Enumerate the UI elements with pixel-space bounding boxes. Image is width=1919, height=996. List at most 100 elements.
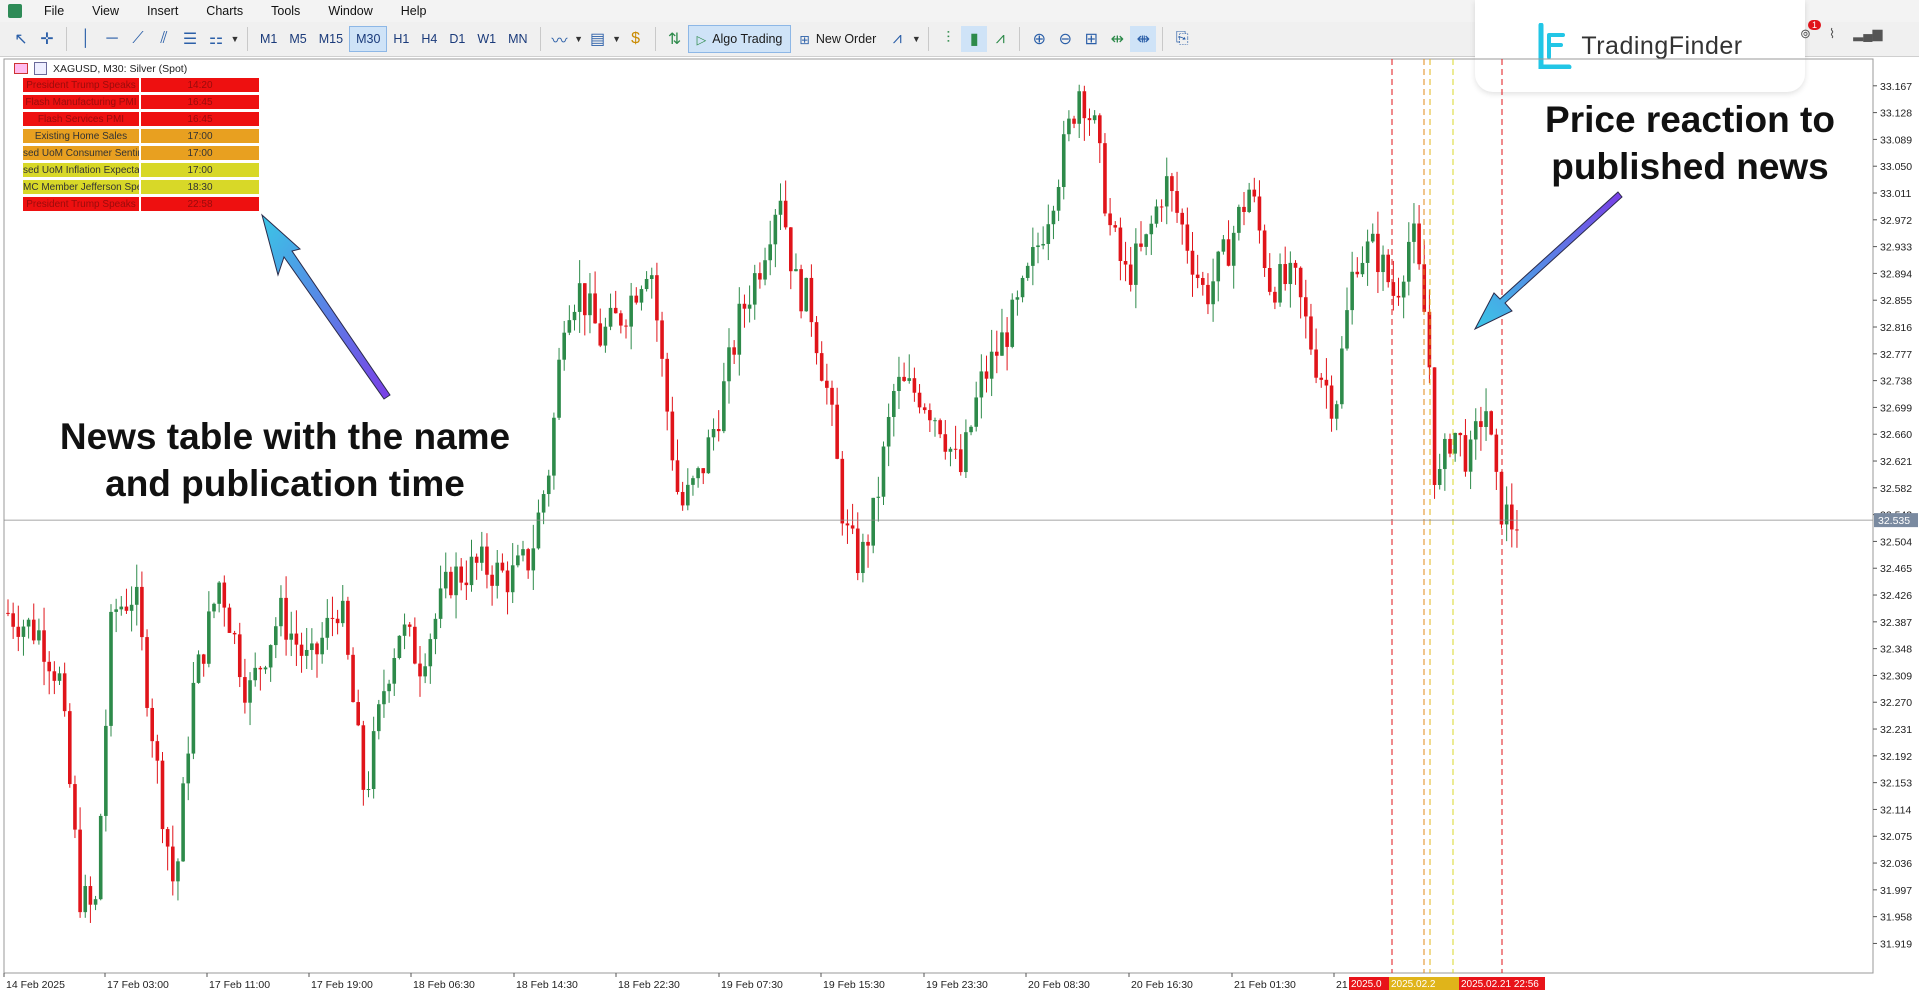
trendline-icon[interactable]: ⟋: [125, 26, 151, 52]
menu-view[interactable]: View: [78, 0, 133, 22]
candle-body: [1360, 262, 1365, 275]
candle-body: [31, 619, 36, 641]
timeframe-d1[interactable]: D1: [443, 26, 471, 52]
event-label-text: 2025.02.21 22:56: [1461, 979, 1539, 990]
candle-body: [995, 351, 999, 356]
news-time: 16:45: [140, 94, 260, 110]
notifications-icon[interactable]: ⊚ 1: [1800, 20, 1822, 42]
menu-window[interactable]: Window: [314, 0, 386, 22]
indicators-icon[interactable]: 〰: [547, 26, 573, 52]
price-tick-label: 32.153: [1880, 778, 1912, 790]
channel-icon[interactable]: ⫽: [151, 26, 177, 52]
candle-body: [624, 325, 628, 327]
price-tick-label: 31.997: [1880, 885, 1912, 897]
price-tick-label: 32.699: [1880, 402, 1912, 414]
timeframe-m5[interactable]: M5: [283, 26, 312, 52]
candle-body: [866, 541, 870, 546]
candle-body: [680, 491, 685, 506]
candle-body: [727, 347, 731, 382]
price-tick-label: 31.919: [1880, 938, 1912, 950]
news-row: sed UoM Consumer Sentim 17:00: [22, 145, 260, 162]
price-chart[interactable]: 33.167 33.128 33.089 33.050 33.011 32.972 32.9…: [0, 57, 1919, 996]
timeframe-mn[interactable]: MN: [502, 26, 533, 52]
candle-body: [366, 789, 371, 791]
dollar-icon[interactable]: $: [623, 26, 649, 52]
candle-body: [783, 200, 788, 228]
algo-trading-button[interactable]: ▷ Algo Trading: [687, 25, 792, 53]
crosshair-icon[interactable]: ✛: [34, 26, 60, 52]
price-tick-label: 32.933: [1880, 242, 1912, 254]
signals-icon[interactable]: ⇅: [662, 26, 688, 52]
candle-body: [886, 416, 891, 447]
candle-body: [541, 494, 546, 513]
candle-body: [263, 667, 268, 670]
candle-body: [660, 320, 664, 359]
menu-insert[interactable]: Insert: [133, 0, 192, 22]
templates-icon[interactable]: ▤: [585, 26, 611, 52]
candle-body: [1031, 247, 1035, 266]
signal-strength-icon[interactable]: ▂▄▆: [1853, 26, 1882, 42]
candle-body: [171, 846, 175, 882]
screenshot-icon[interactable]: ⎘: [1169, 26, 1195, 52]
candle-body: [1128, 264, 1133, 285]
candle-body: [98, 815, 103, 900]
cursor-icon[interactable]: ↖: [8, 26, 34, 52]
candle-body: [232, 632, 237, 635]
zoom-in-icon[interactable]: ⊕: [1026, 26, 1052, 52]
candle-body: [1453, 432, 1457, 454]
candle-body: [1396, 295, 1401, 298]
zoom-out-icon[interactable]: ⊖: [1052, 26, 1078, 52]
chevron-down-icon[interactable]: ▼: [229, 26, 241, 52]
candle-body: [495, 562, 500, 586]
menu-charts[interactable]: Charts: [192, 0, 257, 22]
chart-header: XAGUSD, M30: Silver (Spot): [14, 62, 187, 75]
candle-body: [289, 633, 294, 640]
shapes-icon[interactable]: ⚏: [203, 26, 229, 52]
timeframe-h4[interactable]: H4: [415, 26, 443, 52]
menu-help[interactable]: Help: [387, 0, 441, 22]
autoscroll-icon[interactable]: ⇹: [1104, 26, 1130, 52]
chart-shift-icon[interactable]: ⇼: [1130, 26, 1157, 52]
candle-body: [474, 556, 479, 563]
candle-body: [449, 571, 453, 596]
candlestick-icon[interactable]: ▮: [961, 26, 988, 52]
depth-of-market-icon[interactable]: ⩘: [884, 26, 910, 52]
candle-body: [1412, 223, 1416, 242]
candle-body: [371, 731, 376, 790]
candle-body: [1108, 213, 1112, 226]
chevron-down-icon[interactable]: ▼: [611, 26, 623, 52]
timeframe-h1[interactable]: H1: [387, 26, 415, 52]
candle-body: [248, 680, 252, 703]
bar-chart-icon[interactable]: ⫶: [935, 26, 961, 52]
candle-body: [531, 548, 536, 571]
chart-settings-icon[interactable]: ⌇: [1829, 26, 1835, 42]
fibonacci-icon[interactable]: ☰: [177, 26, 203, 52]
timeframe-w1[interactable]: W1: [471, 26, 502, 52]
candle-body: [1139, 243, 1143, 247]
time-axis: 14 Feb 2025 17 Feb 03:00 17 Feb 11:00 17 Fe…: [3, 973, 1545, 991]
news-name: sed UoM Inflation Expectati: [22, 162, 140, 178]
timeframe-m30[interactable]: M30: [349, 26, 388, 52]
news-time: 18:30: [140, 179, 260, 195]
candle-body: [794, 269, 798, 272]
news-row: Existing Home Sales 17:00: [22, 128, 260, 145]
new-order-button[interactable]: ⊞ New Order: [791, 26, 884, 52]
notification-badge: 1: [1808, 20, 1822, 30]
candle-body: [165, 829, 170, 847]
candle-body: [68, 711, 72, 785]
price-tick-label: 32.231: [1880, 724, 1912, 736]
chevron-down-icon[interactable]: ▼: [910, 26, 922, 52]
candle-body: [974, 397, 978, 427]
candle-body: [155, 741, 160, 761]
line-chart-icon[interactable]: ⩘: [987, 26, 1013, 52]
vertical-line-icon[interactable]: │: [73, 26, 99, 52]
timeframe-m15[interactable]: M15: [313, 26, 349, 52]
menu-file[interactable]: File: [30, 0, 78, 22]
candle-body: [1082, 91, 1087, 119]
grid-icon[interactable]: ⊞: [1078, 26, 1104, 52]
chevron-down-icon[interactable]: ▼: [573, 26, 585, 52]
horizontal-line-icon[interactable]: ─: [99, 26, 125, 52]
timeframe-m1[interactable]: M1: [254, 26, 283, 52]
price-tick-label: 32.855: [1880, 295, 1912, 307]
menu-tools[interactable]: Tools: [257, 0, 314, 22]
